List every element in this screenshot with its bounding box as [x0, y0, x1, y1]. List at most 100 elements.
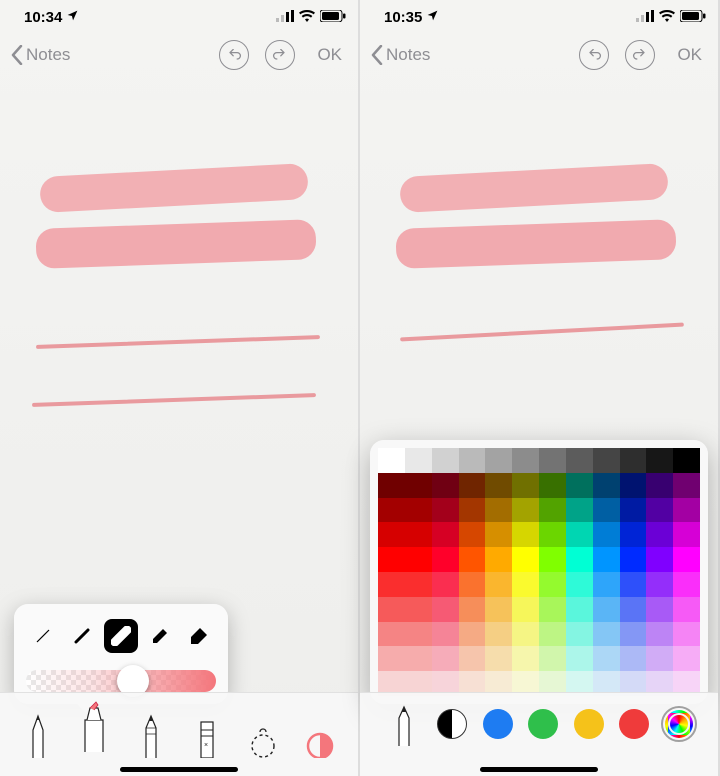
color-swatch[interactable]	[405, 646, 432, 671]
tool-pencil[interactable]	[133, 710, 169, 758]
color-swatch[interactable]	[432, 646, 459, 671]
color-swatch[interactable]	[646, 547, 673, 572]
opacity-slider[interactable]	[26, 670, 216, 692]
color-swatch[interactable]	[459, 622, 486, 647]
color-swatch[interactable]	[566, 597, 593, 622]
color-swatch[interactable]	[566, 547, 593, 572]
color-swatch[interactable]	[485, 547, 512, 572]
color-swatch[interactable]	[646, 572, 673, 597]
color-swatch[interactable]	[646, 522, 673, 547]
color-swatch[interactable]	[459, 473, 486, 498]
color-swatch[interactable]	[405, 597, 432, 622]
home-indicator[interactable]	[480, 767, 598, 772]
color-swatch[interactable]	[620, 547, 647, 572]
tip-option-thin[interactable]	[65, 619, 99, 653]
redo-button[interactable]	[625, 40, 655, 70]
color-swatch[interactable]	[378, 547, 405, 572]
color-swatch[interactable]	[405, 547, 432, 572]
color-swatch[interactable]	[566, 473, 593, 498]
color-red[interactable]	[619, 709, 649, 739]
color-swatch[interactable]	[539, 597, 566, 622]
color-bw[interactable]	[437, 709, 467, 739]
color-swatch[interactable]	[539, 572, 566, 597]
color-swatch[interactable]	[593, 448, 620, 473]
color-yellow[interactable]	[574, 709, 604, 739]
color-swatch[interactable]	[539, 646, 566, 671]
color-swatch[interactable]	[378, 622, 405, 647]
color-swatch[interactable]	[512, 622, 539, 647]
color-swatch[interactable]	[378, 473, 405, 498]
color-swatch[interactable]	[673, 473, 700, 498]
color-swatch[interactable]	[432, 597, 459, 622]
color-swatch[interactable]	[378, 448, 405, 473]
color-swatch[interactable]	[459, 498, 486, 523]
color-swatch[interactable]	[459, 547, 486, 572]
color-swatch[interactable]	[593, 522, 620, 547]
color-swatch[interactable]	[459, 522, 486, 547]
color-swatch[interactable]	[512, 572, 539, 597]
tool-marker[interactable]	[76, 704, 112, 752]
color-swatch[interactable]	[566, 522, 593, 547]
color-swatch[interactable]	[432, 448, 459, 473]
color-swatch[interactable]	[432, 572, 459, 597]
color-swatch[interactable]	[539, 547, 566, 572]
color-swatch[interactable]	[620, 646, 647, 671]
color-swatch[interactable]	[378, 522, 405, 547]
color-swatch[interactable]	[539, 448, 566, 473]
tool-eraser[interactable]: ×	[189, 710, 225, 758]
color-swatch[interactable]	[646, 597, 673, 622]
color-swatch[interactable]	[646, 622, 673, 647]
color-swatch[interactable]	[673, 547, 700, 572]
color-swatch[interactable]	[512, 547, 539, 572]
color-swatch[interactable]	[512, 473, 539, 498]
color-swatch[interactable]	[593, 498, 620, 523]
color-swatch[interactable]	[673, 498, 700, 523]
color-swatch[interactable]	[566, 572, 593, 597]
undo-button[interactable]	[219, 40, 249, 70]
color-swatch[interactable]	[539, 622, 566, 647]
tool-pencil[interactable]	[386, 702, 422, 746]
color-swatch[interactable]	[673, 448, 700, 473]
home-indicator[interactable]	[120, 767, 238, 772]
color-swatch[interactable]	[593, 547, 620, 572]
color-swatch[interactable]	[646, 646, 673, 671]
color-swatch[interactable]	[673, 646, 700, 671]
color-swatch[interactable]	[378, 597, 405, 622]
color-swatch[interactable]	[485, 572, 512, 597]
back-button[interactable]: Notes	[10, 45, 70, 65]
color-swatch[interactable]	[593, 473, 620, 498]
color-swatch[interactable]	[593, 572, 620, 597]
tool-pen[interactable]	[20, 710, 56, 758]
color-blue[interactable]	[483, 709, 513, 739]
color-swatch[interactable]	[539, 473, 566, 498]
color-swatch[interactable]	[485, 646, 512, 671]
color-swatch[interactable]	[646, 448, 673, 473]
color-swatch[interactable]	[512, 448, 539, 473]
tip-option-chisel[interactable]	[143, 619, 177, 653]
color-swatch[interactable]	[405, 498, 432, 523]
color-picker-button[interactable]	[665, 710, 693, 738]
color-swatch[interactable]	[620, 498, 647, 523]
color-swatch[interactable]	[620, 448, 647, 473]
color-swatch[interactable]	[566, 448, 593, 473]
color-swatch[interactable]	[485, 622, 512, 647]
color-swatch[interactable]	[405, 473, 432, 498]
color-swatch[interactable]	[620, 622, 647, 647]
color-swatch[interactable]	[673, 522, 700, 547]
color-swatch[interactable]	[539, 522, 566, 547]
tool-color[interactable]	[302, 710, 338, 758]
color-swatch[interactable]	[485, 498, 512, 523]
color-swatch[interactable]	[620, 522, 647, 547]
color-swatch[interactable]	[459, 448, 486, 473]
color-swatch[interactable]	[405, 622, 432, 647]
back-button[interactable]: Notes	[370, 45, 430, 65]
color-swatch[interactable]	[459, 646, 486, 671]
color-swatch[interactable]	[620, 473, 647, 498]
tool-lasso[interactable]	[245, 710, 281, 758]
color-swatch[interactable]	[378, 646, 405, 671]
color-swatch[interactable]	[673, 572, 700, 597]
undo-button[interactable]	[579, 40, 609, 70]
color-swatch[interactable]	[378, 572, 405, 597]
color-swatch[interactable]	[673, 622, 700, 647]
color-green[interactable]	[528, 709, 558, 739]
